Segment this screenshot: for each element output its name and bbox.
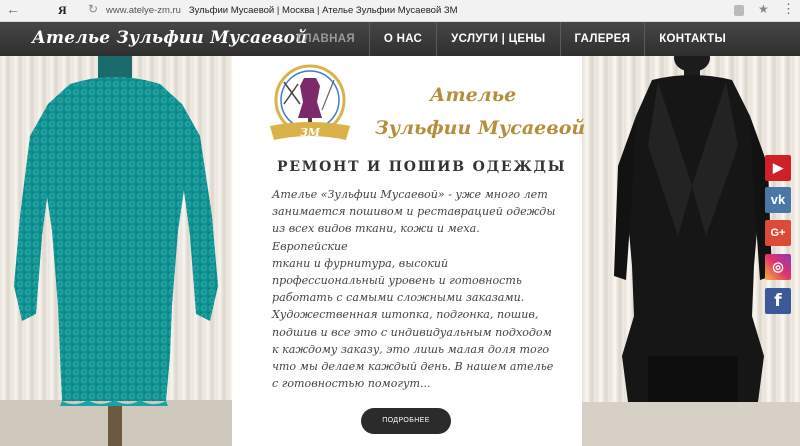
youtube-icon[interactable]: ▶ xyxy=(765,155,791,181)
description-line: Ателье «Зульфии Мусаевой» - уже много ле… xyxy=(272,188,548,201)
menu-item-services[interactable]: УСЛУГИ | ЦЕНЫ xyxy=(436,22,559,56)
black-coat-dress-image xyxy=(614,56,772,402)
atelier-logo: ЗМ xyxy=(270,64,350,140)
logo-title-line2: Зульфии Мусаевой xyxy=(375,117,586,139)
menu-item-contacts[interactable]: КОНТАКТЫ xyxy=(644,22,740,56)
description-line: из всех видов ткани, кожи и меха. Европе… xyxy=(272,222,480,253)
lock-icon xyxy=(734,5,744,16)
page-title: Зульфии Мусаевой | Москва | Ателье Зульф… xyxy=(188,5,458,16)
site-brand[interactable]: Ателье Зульфии Мусаевой xyxy=(32,28,308,48)
description-line: что мы делаем каждый день. В нашем атель… xyxy=(272,360,554,374)
hero-tagline: РЕМОНТ И ПОШИВ ОДЕЖДЫ xyxy=(277,159,567,175)
menu-item-about[interactable]: О НАС xyxy=(368,22,436,56)
description-line: работать с самыми сложными заказами. xyxy=(272,291,525,305)
back-arrow-icon[interactable]: ← xyxy=(6,1,20,17)
url-domain: www.atelye-zm.ru xyxy=(106,5,181,16)
vk-icon[interactable]: vk xyxy=(765,187,791,213)
refresh-icon[interactable]: ↻ xyxy=(88,2,98,16)
description-line: ткани и фурнитура, высокий xyxy=(272,256,449,270)
browser-menu-icon[interactable]: ⋮ xyxy=(782,1,795,17)
browser-toolbar: ← Я ↻ www.atelye-zm.ru Зульфии Мусаевой … xyxy=(0,0,800,22)
menu-item-home[interactable]: ГЛАВНАЯ xyxy=(283,22,369,56)
description-line: к каждому заказу, это лишь малая доля то… xyxy=(272,342,550,356)
description-line: занимается пошивом и реставрацией одежды xyxy=(272,205,556,219)
facebook-icon[interactable]: f xyxy=(765,288,791,314)
description-line: Художественная штопка, подгонка, пошив, xyxy=(272,308,539,322)
teal-lace-dress-image xyxy=(14,56,218,446)
hero-description: Ателье «Зульфии Мусаевой» - уже много ле… xyxy=(272,186,558,392)
google-plus-icon[interactable]: G+ xyxy=(765,220,791,246)
bookmark-star-icon[interactable]: ★ xyxy=(758,2,769,16)
address-bar[interactable]: www.atelye-zm.ru Зульфии Мусаевой | Моск… xyxy=(106,5,458,16)
yandex-icon[interactable]: Я xyxy=(58,3,67,18)
more-button[interactable]: ПОДРОБНЕЕ xyxy=(361,408,451,434)
description-line: с готовностью помогут... xyxy=(272,377,431,391)
main-menu: ГЛАВНАЯ О НАС УСЛУГИ | ЦЕНЫ ГАЛЕРЕЯ КОНТ… xyxy=(283,22,740,56)
menu-item-gallery[interactable]: ГАЛЕРЕЯ xyxy=(559,22,645,56)
logo-title-line1: Ателье xyxy=(430,84,517,106)
logo-monogram: ЗМ xyxy=(300,126,321,139)
instagram-icon[interactable]: ◎ xyxy=(765,254,791,280)
site-navbar: Ателье Зульфии Мусаевой ГЛАВНАЯ О НАС УС… xyxy=(0,22,800,56)
description-line: подшив и все это с индивидуальным подход… xyxy=(272,325,552,339)
description-line: профессиональный уровень и готовность xyxy=(272,274,522,288)
